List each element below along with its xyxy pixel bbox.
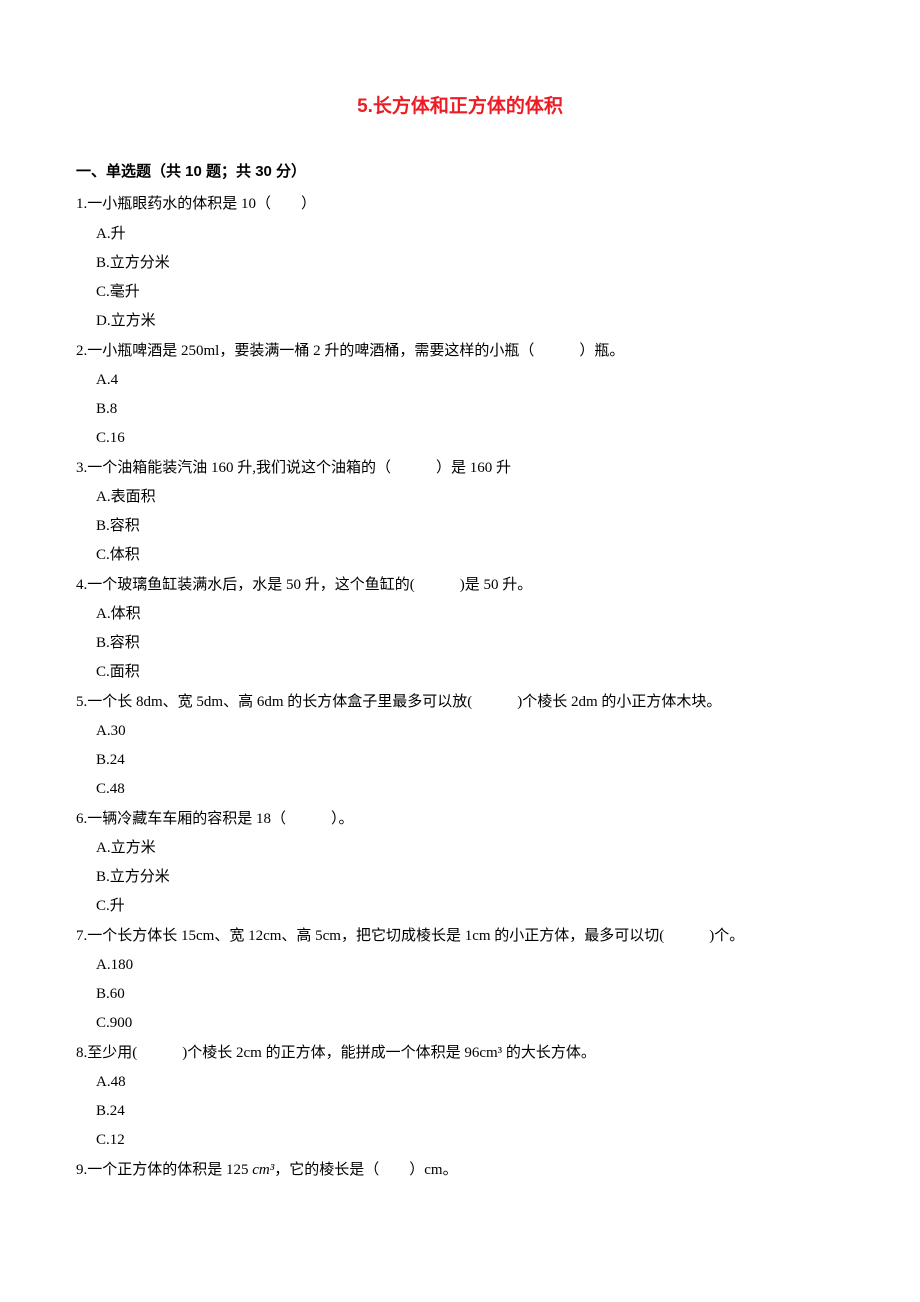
question-text: 1.一小瓶眼药水的体积是 10（ ） — [76, 190, 844, 219]
option-b: B.立方分米 — [76, 249, 844, 278]
option-c: C.升 — [76, 892, 844, 921]
option-a: A.180 — [76, 951, 844, 980]
question-3: 3.一个油箱能装汽油 160 升,我们说这个油箱的（ ）是 160 升 A.表面… — [76, 454, 844, 571]
question-4: 4.一个玻璃鱼缸装满水后，水是 50 升，这个鱼缸的( )是 50 升。 A.体… — [76, 571, 844, 688]
option-a: A.体积 — [76, 600, 844, 629]
option-a: A.30 — [76, 717, 844, 746]
question-9: 9.一个正方体的体积是 125 cm³，它的棱长是（ ）cm。 — [76, 1156, 844, 1185]
question-5: 5.一个长 8dm、宽 5dm、高 6dm 的长方体盒子里最多可以放( )个棱长… — [76, 688, 844, 805]
question-text: 5.一个长 8dm、宽 5dm、高 6dm 的长方体盒子里最多可以放( )个棱长… — [76, 688, 844, 717]
option-c: C.体积 — [76, 541, 844, 570]
option-b: B.24 — [76, 1097, 844, 1126]
option-c: C.900 — [76, 1009, 844, 1038]
question-text: 2.一小瓶啤酒是 250ml，要装满一桶 2 升的啤酒桶，需要这样的小瓶（ ）瓶… — [76, 337, 844, 366]
option-b: B.24 — [76, 746, 844, 775]
question-2: 2.一小瓶啤酒是 250ml，要装满一桶 2 升的啤酒桶，需要这样的小瓶（ ）瓶… — [76, 337, 844, 454]
question-6: 6.一辆冷藏车车厢的容积是 18（ ）。 A.立方米 B.立方分米 C.升 — [76, 805, 844, 922]
option-b: B.60 — [76, 980, 844, 1009]
question-text: 6.一辆冷藏车车厢的容积是 18（ ）。 — [76, 805, 844, 834]
option-a: A.48 — [76, 1068, 844, 1097]
question-7: 7.一个长方体长 15cm、宽 12cm、高 5cm，把它切成棱长是 1cm 的… — [76, 922, 844, 1039]
question-8: 8.至少用( )个棱长 2cm 的正方体，能拼成一个体积是 96cm³ 的大长方… — [76, 1039, 844, 1156]
section-header: 一、单选题（共 10 题；共 30 分） — [76, 157, 844, 186]
question-text-italic: cm³ — [252, 1162, 274, 1178]
question-text-suffix: ，它的棱长是（ ）cm。 — [274, 1162, 457, 1178]
question-text: 8.至少用( )个棱长 2cm 的正方体，能拼成一个体积是 96cm³ 的大长方… — [76, 1039, 844, 1068]
option-a: A.升 — [76, 220, 844, 249]
option-b: B.容积 — [76, 629, 844, 658]
option-c: C.48 — [76, 775, 844, 804]
option-b: B.立方分米 — [76, 863, 844, 892]
option-c: C.面积 — [76, 658, 844, 687]
question-text-prefix: 9.一个正方体的体积是 125 — [76, 1162, 252, 1178]
question-text: 9.一个正方体的体积是 125 cm³，它的棱长是（ ）cm。 — [76, 1156, 844, 1185]
option-a: A.表面积 — [76, 483, 844, 512]
option-c: C.12 — [76, 1126, 844, 1155]
question-text: 4.一个玻璃鱼缸装满水后，水是 50 升，这个鱼缸的( )是 50 升。 — [76, 571, 844, 600]
page-title: 5.长方体和正方体的体积 — [76, 88, 844, 125]
question-text: 7.一个长方体长 15cm、宽 12cm、高 5cm，把它切成棱长是 1cm 的… — [76, 922, 844, 951]
option-a: A.4 — [76, 366, 844, 395]
option-b: B.容积 — [76, 512, 844, 541]
question-text: 3.一个油箱能装汽油 160 升,我们说这个油箱的（ ）是 160 升 — [76, 454, 844, 483]
option-c: C.毫升 — [76, 278, 844, 307]
option-a: A.立方米 — [76, 834, 844, 863]
option-c: C.16 — [76, 424, 844, 453]
option-d: D.立方米 — [76, 307, 844, 336]
question-1: 1.一小瓶眼药水的体积是 10（ ） A.升 B.立方分米 C.毫升 D.立方米 — [76, 190, 844, 336]
option-b: B.8 — [76, 395, 844, 424]
